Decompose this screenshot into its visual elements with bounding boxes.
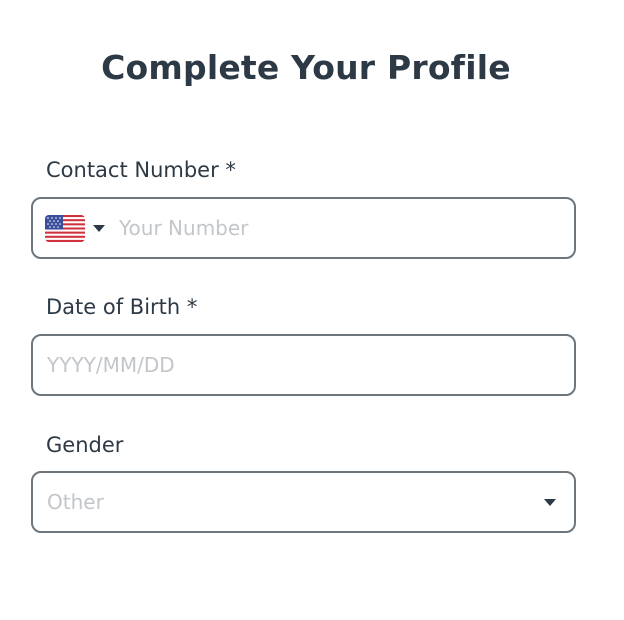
chevron-down-icon[interactable] [93, 224, 105, 232]
date-of-birth-label: Date of Birth * [46, 295, 198, 319]
contact-number-field[interactable]: Your Number [31, 197, 576, 259]
gender-selected-value[interactable]: Other [47, 490, 544, 514]
date-of-birth-field[interactable]: YYYY/MM/DD [31, 334, 576, 396]
chevron-down-icon[interactable] [544, 498, 556, 506]
country-code-selector[interactable] [45, 214, 105, 242]
gender-label: Gender [46, 433, 124, 457]
date-of-birth-input[interactable]: YYYY/MM/DD [47, 353, 175, 377]
us-flag-icon [45, 214, 85, 242]
contact-number-input[interactable]: Your Number [119, 216, 248, 240]
gender-select[interactable]: Other [31, 471, 576, 533]
page-title: Complete Your Profile [101, 48, 511, 87]
contact-number-label: Contact Number * [46, 158, 236, 182]
